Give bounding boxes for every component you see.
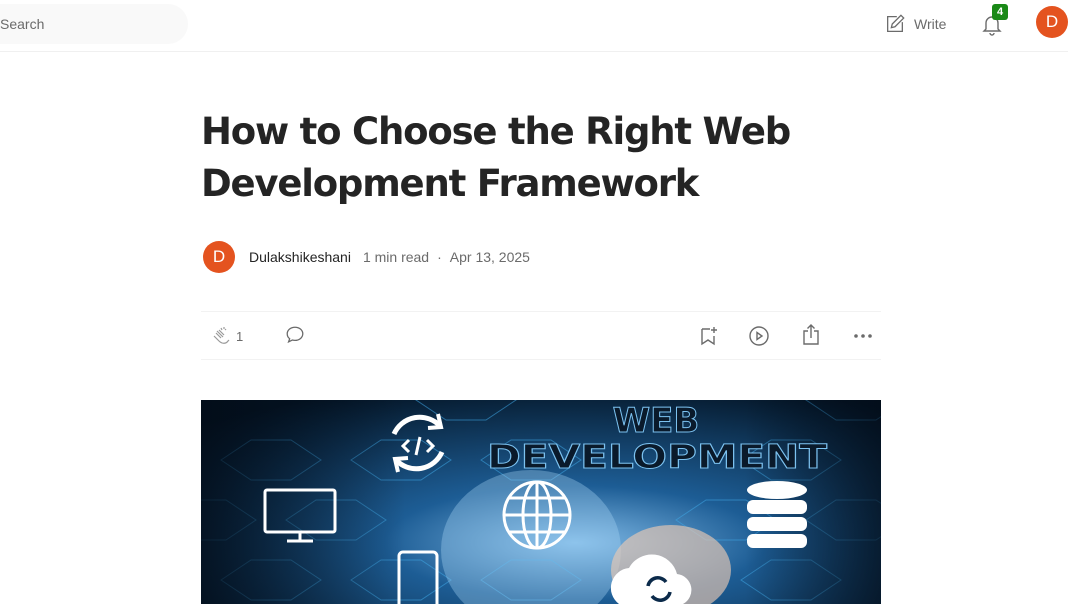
- notification-badge: 4: [992, 4, 1008, 20]
- globe-icon: [502, 480, 572, 550]
- comment-button[interactable]: [284, 324, 306, 346]
- article-hero-image: WEB DEVELOPMENT: [201, 400, 881, 604]
- listen-button[interactable]: [747, 324, 771, 348]
- top-navigation-bar: Search Write 4 D: [0, 0, 1068, 52]
- web-development-illustration: WEB DEVELOPMENT: [201, 400, 881, 604]
- search-input[interactable]: Search: [0, 4, 188, 44]
- author-name[interactable]: Dulakshikeshani: [249, 249, 351, 265]
- more-icon: [851, 324, 875, 348]
- bookmark-add-icon: [696, 324, 720, 348]
- byline: D Dulakshikeshani 1 min read · Apr 13, 2…: [203, 241, 530, 273]
- write-button[interactable]: Write: [884, 13, 946, 35]
- article-action-bar: 1: [201, 311, 881, 360]
- clap-icon: [209, 324, 233, 348]
- user-avatar[interactable]: D: [1036, 6, 1068, 38]
- publish-date: Apr 13, 2025: [449, 249, 530, 265]
- more-options-button[interactable]: [851, 324, 875, 348]
- hero-text-development: DEVELOPMENT: [487, 437, 828, 476]
- hero-text-web: WEB: [613, 401, 700, 441]
- play-icon: [747, 324, 771, 348]
- share-icon: [799, 323, 823, 347]
- share-button[interactable]: [799, 323, 823, 347]
- author-avatar[interactable]: D: [203, 241, 235, 273]
- comment-icon: [284, 324, 306, 346]
- save-button[interactable]: [696, 324, 720, 348]
- search-placeholder: Search: [0, 16, 45, 32]
- clap-count: 1: [236, 329, 244, 344]
- article-title: How to Choose the Right Web Development …: [201, 110, 791, 205]
- meta-separator: ·: [437, 249, 442, 265]
- write-icon: [884, 13, 906, 35]
- write-label: Write: [914, 16, 947, 32]
- read-time: 1 min read: [362, 249, 430, 265]
- clap-button[interactable]: [209, 324, 233, 348]
